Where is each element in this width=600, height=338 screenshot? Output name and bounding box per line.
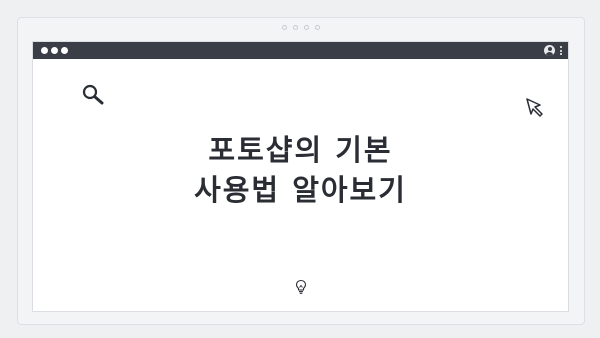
page-dot[interactable] (304, 25, 309, 30)
page-indicator-dots (18, 25, 584, 30)
page-dot[interactable] (293, 25, 298, 30)
window-titlebar (33, 42, 568, 59)
search-icon[interactable] (81, 83, 107, 107)
minimize-window-button[interactable] (51, 47, 58, 54)
close-window-button[interactable] (41, 47, 48, 54)
maximize-window-button[interactable] (61, 47, 68, 54)
lightbulb-icon (295, 279, 307, 294)
page-dot[interactable] (282, 25, 287, 30)
page-title-line-1: 포토샵의 기본 (208, 133, 393, 167)
page-title: 포토샵의 기본 사용법 알아보기 (33, 130, 568, 210)
user-icon[interactable] (544, 45, 555, 56)
kebab-menu-icon[interactable] (560, 46, 563, 55)
browser-window: 포토샵의 기본 사용법 알아보기 (32, 41, 569, 312)
page-title-line-2: 사용법 알아보기 (194, 173, 407, 207)
page-dot[interactable] (315, 25, 320, 30)
cursor-icon (526, 98, 543, 117)
window-controls (41, 47, 68, 54)
